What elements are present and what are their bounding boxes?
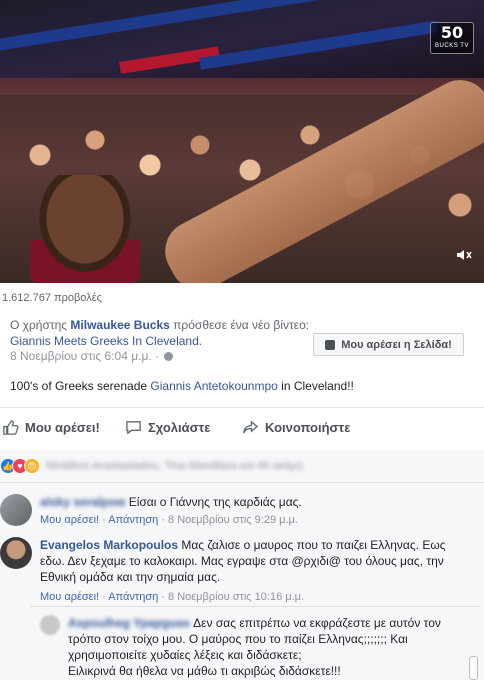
comment-meta: Μου αρέσει! · Απάντηση · 8 Νοεμβρίου στι… [40,591,305,603]
meta-suffix: . [198,334,203,348]
comment-like-link[interactable]: Μου αρέσει! [40,591,99,603]
post-date[interactable]: 8 Νοεμβρίου στις 6:04 μ.μ. · [10,349,174,363]
reactions-summary[interactable]: 👍 ♥ 😠 Ntratikos Anastasiadou, Tina Mandi… [0,458,303,474]
video-title-link[interactable]: Giannis Meets Greeks In Cleveland [10,334,199,348]
logo-text: BUCKS TV [435,43,469,49]
like-page-label: Μου αρέσει η Σελίδα! [341,338,452,351]
like-button[interactable]: Μου αρέσει! [2,419,100,436]
comment-body: Aspoulheg Ypapguas Δεν σας επιτρέπω να ε… [68,615,468,679]
angry-reaction-icon: 😠 [24,458,40,474]
like-page-button[interactable]: Μου αρέσει η Σελίδα! [313,333,464,356]
divider [0,482,484,483]
post-text-after: in Cleveland!! [281,379,354,393]
share-icon [243,419,259,433]
comment-button[interactable]: Σχολιάστε [125,419,210,436]
comment-body: alsky seralpow Είσαι ο Γιάννης της καρδι… [40,494,302,528]
avatar[interactable] [0,537,32,569]
meta-middle: πρόσθεσε ένα νέο βίντεο: [173,318,310,332]
action-bar: Μου αρέσει! Σχολιάστε Κοινοποιήστε [0,414,484,440]
comment-author[interactable]: Aspoulheg Ypapguas [68,616,190,630]
logo-number: 50 [440,23,464,42]
comment-reply-link[interactable]: Απάντηση [108,514,158,526]
thumbs-up-icon [325,339,336,350]
comment-reply-link[interactable]: Απάντηση [108,591,158,603]
comment-body: Evangelos Markopoulos Μας ζαλισε ο μαυρο… [40,537,470,605]
comment-like-link[interactable]: Μου αρέσει! [40,514,99,526]
bucks-tv-logo: 50 BUCKS TV [430,22,474,54]
comment-date[interactable]: 8 Νοεμβρίου στις 9:29 μ.μ. [168,514,298,526]
scrollbar[interactable] [469,656,478,680]
thumbs-up-icon [3,419,19,435]
comment-meta: Μου αρέσει! · Απάντηση · 8 Νοεμβρίου στι… [40,514,298,526]
comment-reply: Aspoulheg Ypapguas Δεν σας επιτρέπω να ε… [40,615,470,679]
avatar[interactable] [0,494,32,526]
post-meta: Ο χρήστης Milwaukee Bucks πρόσθεσε ένα ν… [10,317,310,349]
post-date-text: 8 Νοεμβρίου στις 6:04 μ.μ. · [10,349,160,363]
post-text: 100's of Greeks serenade Giannis Antetok… [10,379,354,393]
view-count: 1.612.767 προβολές [2,292,102,304]
player-figure [30,175,140,283]
comment: Evangelos Markopoulos Μας ζαλισε ο μαυρο… [0,537,476,605]
giannis-link[interactable]: Giannis Antetokounmpo [150,379,277,393]
globe-icon [164,351,174,361]
video-player[interactable]: 50 BUCKS TV [0,0,484,283]
comment-author[interactable]: Evangelos Markopoulos [40,538,178,552]
post-text-before: 100's of Greeks serenade [10,379,148,393]
reaction-names: Ntratikos Anastasiadou, Tina Mandilara κ… [46,460,303,472]
comment: alsky seralpow Είσαι ο Γιάννης της καρδι… [0,494,480,528]
share-label: Κοινοποιήστε [265,419,351,435]
comment-icon [126,420,141,434]
comment-label: Σχολιάστε [148,419,211,435]
meta-prefix: Ο χρήστης [10,318,68,332]
avatar[interactable] [40,615,60,635]
speaker-mute-icon[interactable] [456,248,472,266]
page-name-link[interactable]: Milwaukee Bucks [70,318,169,332]
divider [30,606,480,607]
comment-date[interactable]: 8 Νοεμβρίου στις 10:16 μ.μ. [168,591,304,603]
comment-author[interactable]: alsky seralpow [40,495,125,509]
share-button[interactable]: Κοινοποιήστε [242,419,350,436]
divider [0,407,484,408]
comment-text: Είσαι ο Γιάννης της καρδιάς μας. [128,495,302,509]
like-label: Μου αρέσει! [25,419,100,435]
